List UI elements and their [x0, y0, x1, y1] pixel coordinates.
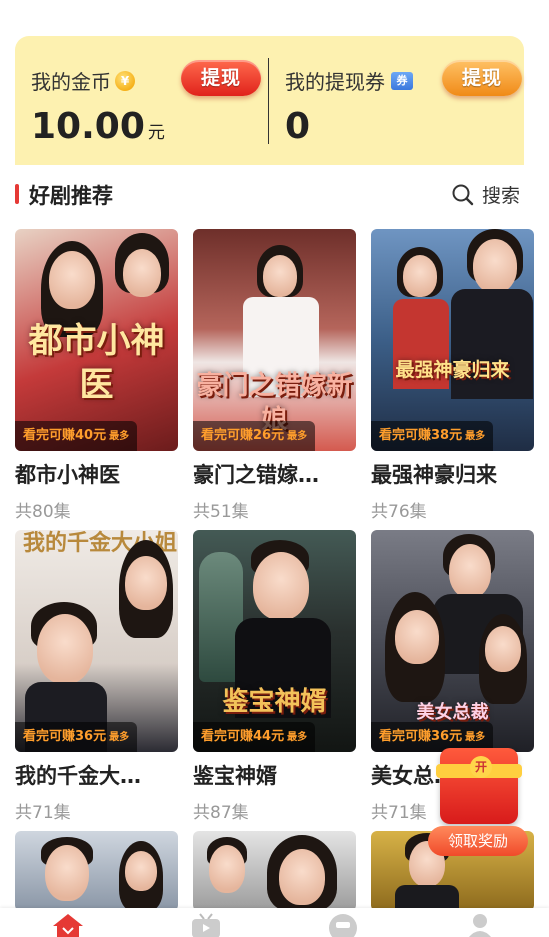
drama-card[interactable] [193, 831, 356, 911]
drama-poster[interactable]: 鉴宝神婿 看完可赚44元 最多 [193, 530, 356, 752]
tv-icon [192, 913, 220, 937]
coins-withdraw-button[interactable]: 提现 [181, 60, 261, 96]
drama-poster[interactable]: 都市小神医 看完可赚40元 最多 [15, 229, 178, 451]
nav-tasks[interactable] [323, 912, 363, 937]
drama-card[interactable]: 豪门之错嫁新娘 看完可赚26元 最多 豪门之错嫁… 共51集 [193, 229, 356, 522]
earn-tag: 看完可赚36元 最多 [15, 722, 138, 752]
reward-floating-button[interactable]: 开 领取奖励 [426, 748, 530, 858]
ticket-icon: 券 [391, 71, 413, 90]
yuan-coin-icon: ¥ [115, 70, 135, 91]
search-button[interactable]: 搜索 [452, 181, 520, 208]
poster-art-title: 最强神豪归来 [395, 359, 510, 381]
tickets-label: 我的提现券 [285, 70, 385, 94]
drama-episodes: 共87集 [193, 803, 249, 823]
task-icon [329, 914, 357, 937]
wallet-card: 我的金币 ¥ 提现 10.00 元 我的提现券 券 提现 0 [15, 36, 524, 165]
wallet-divider [268, 58, 269, 144]
nav-profile[interactable] [460, 912, 500, 937]
drama-episodes: 共76集 [371, 502, 427, 522]
tickets-withdraw-button[interactable]: 提现 [442, 60, 522, 96]
poster-art-title: 鉴宝神婿 [222, 687, 327, 717]
profile-icon [468, 914, 492, 937]
drama-poster[interactable] [15, 831, 178, 911]
drama-card[interactable] [15, 831, 178, 911]
earn-tag: 看完可赚40元 最多 [15, 421, 138, 451]
drama-poster[interactable]: 豪门之错嫁新娘 看完可赚26元 最多 [193, 229, 356, 451]
drama-poster[interactable] [193, 831, 356, 911]
section-accent-bar [15, 184, 19, 204]
drama-poster[interactable]: 我的千金大小姐 看完可赚36元 最多 [15, 530, 178, 752]
search-label: 搜索 [481, 185, 520, 207]
section-title: 好剧推荐 [29, 184, 113, 208]
nav-tv[interactable] [186, 912, 226, 937]
earn-tag: 看完可赚44元 最多 [193, 722, 316, 752]
coins-amount-unit: 元 [147, 123, 165, 143]
drama-title[interactable]: 鉴宝神婿 [193, 760, 356, 790]
tickets-panel: 我的提现券 券 提现 0 [285, 36, 522, 165]
earn-tag: 看完可赚26元 最多 [193, 421, 316, 451]
drama-card[interactable]: 我的千金大小姐 看完可赚36元 最多 我的千金大… 共71集 [15, 530, 178, 823]
coins-amount: 10.00 元 [31, 106, 165, 147]
drama-poster[interactable]: 最强神豪归来 看完可赚38元 最多 [371, 229, 534, 451]
drama-title[interactable]: 都市小神医 [15, 459, 178, 489]
home-icon [53, 914, 83, 937]
drama-card[interactable]: 最强神豪归来 看完可赚38元 最多 最强神豪归来 共76集 [371, 229, 534, 522]
tickets-amount-value: 0 [285, 106, 311, 147]
reward-label: 领取奖励 [428, 826, 528, 856]
drama-episodes: 共71集 [15, 803, 71, 823]
tickets-amount: 0 [285, 106, 310, 147]
drama-title[interactable]: 我的千金大… [15, 760, 178, 790]
drama-poster[interactable]: 美女总裁 看完可赚36元 最多 [371, 530, 534, 752]
drama-card[interactable]: 都市小神医 看完可赚40元 最多 都市小神医 共80集 [15, 229, 178, 522]
bottom-nav [0, 908, 549, 937]
poster-art-title: 都市小神医 [28, 321, 165, 405]
search-icon [452, 184, 474, 205]
coins-panel: 我的金币 ¥ 提现 10.00 元 [31, 36, 266, 165]
drama-title[interactable]: 最强神豪归来 [371, 459, 534, 489]
coins-amount-value: 10.00 [31, 106, 145, 147]
drama-title[interactable]: 豪门之错嫁… [193, 459, 356, 489]
coins-label: 我的金币 [31, 70, 111, 94]
earn-tag: 看完可赚38元 最多 [371, 421, 494, 451]
red-envelope-icon: 开 [436, 748, 522, 824]
nav-home[interactable] [48, 912, 88, 937]
drama-episodes: 共51集 [193, 502, 249, 522]
section-header: 好剧推荐 搜索 [15, 178, 524, 212]
drama-card[interactable]: 鉴宝神婿 看完可赚44元 最多 鉴宝神婿 共87集 [193, 530, 356, 823]
poster-art-title: 美女总裁 [416, 702, 489, 723]
drama-episodes: 共80集 [15, 502, 71, 522]
